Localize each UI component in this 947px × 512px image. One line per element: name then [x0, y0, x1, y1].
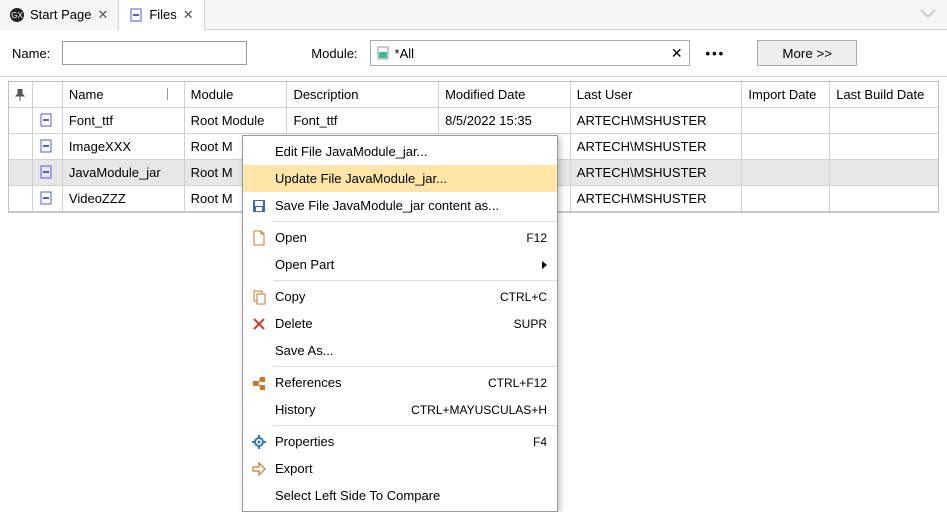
table-row[interactable]: Font_ttf Root Module Font_ttf 8/5/2022 1… — [9, 108, 938, 134]
column-last-user[interactable]: Last User — [571, 82, 743, 108]
blank-icon — [249, 486, 269, 506]
document-icon — [249, 228, 269, 248]
menu-separator — [273, 221, 557, 222]
menu-export[interactable]: Export — [243, 455, 557, 482]
gx-logo-icon: GX — [10, 8, 24, 22]
more-button[interactable]: More >> — [757, 40, 857, 66]
module-label: Module: — [311, 46, 357, 61]
menu-open-part[interactable]: Open Part — [243, 251, 557, 278]
export-icon — [249, 459, 269, 479]
column-import-date[interactable]: Import Date — [742, 82, 830, 108]
filter-bar: Name: Module: *All ✕ ••• More >> — [0, 30, 947, 77]
menu-separator — [273, 366, 557, 367]
tab-label: Start Page — [30, 7, 91, 22]
menu-save-content-as[interactable]: Save File JavaModule_jar content as... — [243, 192, 557, 219]
menu-compare[interactable]: Select Left Side To Compare — [243, 482, 557, 509]
tab-files[interactable]: Files ✕ — [119, 0, 204, 30]
references-icon — [249, 373, 269, 393]
menu-delete[interactable]: Delete SUPR — [243, 310, 557, 337]
column-modified-date[interactable]: Modified Date — [439, 82, 571, 108]
menu-separator — [273, 280, 557, 281]
blank-icon — [249, 400, 269, 420]
menu-update-file[interactable]: Update File JavaModule_jar... — [243, 165, 557, 192]
menu-open[interactable]: Open F12 — [243, 224, 557, 251]
blank-icon — [249, 169, 269, 189]
blank-icon — [249, 255, 269, 275]
name-input[interactable] — [62, 41, 247, 65]
save-icon — [249, 196, 269, 216]
ellipsis-button[interactable]: ••• — [702, 46, 730, 61]
copy-icon — [249, 287, 269, 307]
svg-text:GX: GX — [11, 11, 23, 20]
column-pin[interactable] — [9, 82, 33, 108]
file-icon — [39, 165, 55, 181]
tab-label: Files — [149, 7, 176, 22]
blank-icon — [249, 142, 269, 162]
pin-icon — [15, 89, 26, 101]
column-icon[interactable] — [33, 82, 63, 108]
tab-start-page[interactable]: GX Start Page ✕ — [0, 0, 119, 30]
tab-bar: GX Start Page ✕ Files ✕ — [0, 0, 947, 30]
submenu-arrow-icon — [542, 261, 547, 269]
menu-save-as[interactable]: Save As... — [243, 337, 557, 364]
delete-icon — [249, 314, 269, 334]
menu-history[interactable]: History CTRL+MAYUSCULAS+H — [243, 396, 557, 423]
menu-copy[interactable]: Copy CTRL+C — [243, 283, 557, 310]
column-name[interactable]: Name — [63, 82, 185, 108]
gear-icon — [249, 432, 269, 452]
file-icon — [39, 113, 55, 129]
module-selector[interactable]: *All ✕ — [370, 40, 690, 66]
file-icon — [39, 139, 55, 155]
file-icon — [39, 191, 55, 207]
module-icon — [375, 45, 391, 61]
column-last-build-date[interactable]: Last Build Date — [830, 82, 938, 108]
grid-header: Name Module Description Modified Date La… — [9, 82, 938, 108]
column-module[interactable]: Module — [185, 82, 288, 108]
menu-properties[interactable]: Properties F4 — [243, 428, 557, 455]
name-label: Name: — [12, 46, 50, 61]
context-menu: Edit File JavaModule_jar... Update File … — [242, 135, 558, 512]
close-icon[interactable]: ✕ — [97, 7, 108, 23]
blank-icon — [249, 341, 269, 361]
file-icon — [129, 8, 143, 22]
module-value: *All — [395, 46, 665, 61]
clear-icon[interactable]: ✕ — [669, 45, 685, 62]
menu-edit-file[interactable]: Edit File JavaModule_jar... — [243, 138, 557, 165]
menu-separator — [273, 425, 557, 426]
column-description[interactable]: Description — [287, 82, 439, 108]
close-icon[interactable]: ✕ — [183, 7, 194, 23]
menu-references[interactable]: References CTRL+F12 — [243, 369, 557, 396]
chevron-down-icon[interactable] — [917, 6, 939, 22]
